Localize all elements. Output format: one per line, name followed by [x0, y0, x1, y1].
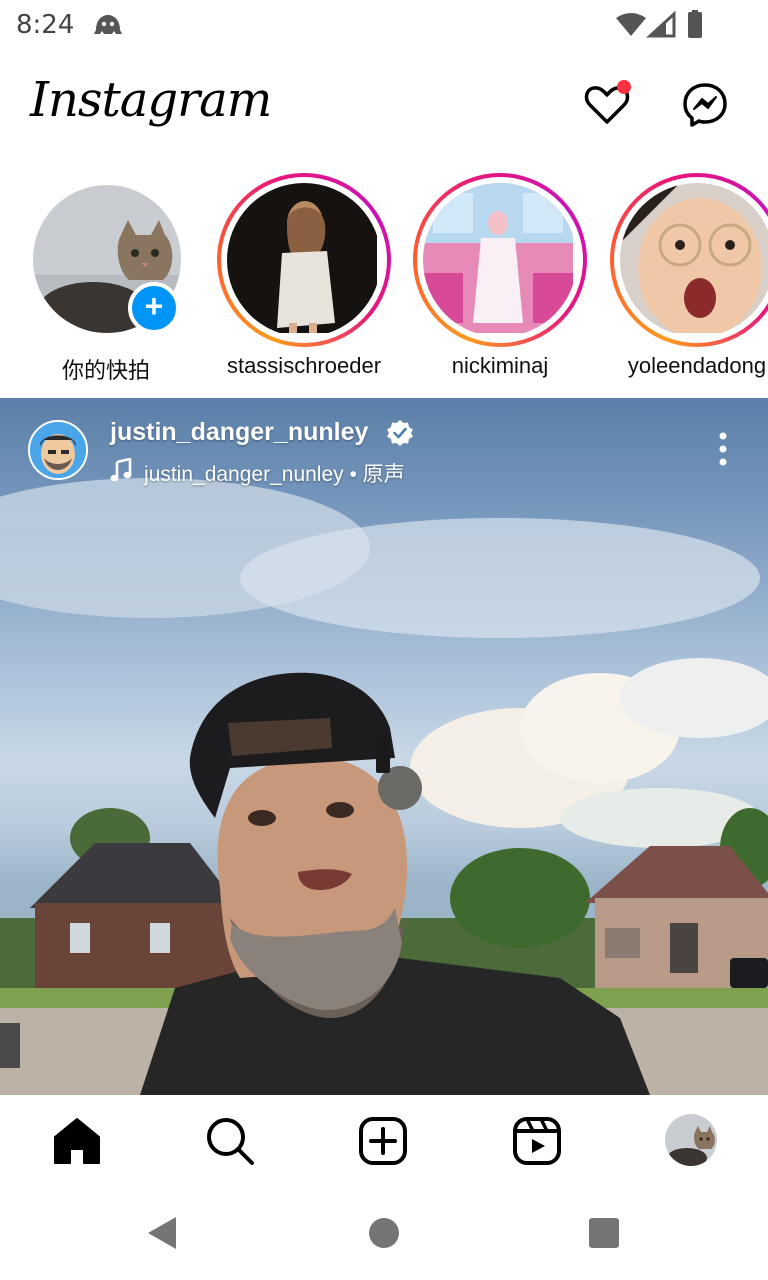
story-ring — [413, 173, 587, 347]
story-ring — [610, 173, 768, 347]
wifi-icon — [616, 13, 646, 36]
post-media-image[interactable] — [0, 398, 768, 1095]
system-navigation-bar — [0, 1185, 768, 1280]
verified-badge-icon — [387, 420, 413, 446]
reels-icon[interactable] — [511, 1115, 563, 1167]
instagram-logo: Instagram — [30, 72, 272, 128]
add-story-plus-icon[interactable]: + — [128, 282, 180, 334]
story-yoleendadong[interactable]: yoleendadong — [587, 170, 768, 390]
profile-avatar[interactable] — [665, 1114, 717, 1166]
ghost-icon — [94, 15, 122, 34]
search-icon[interactable] — [204, 1115, 256, 1167]
create-post-icon[interactable] — [357, 1115, 409, 1167]
story-label: 你的快拍 — [61, 358, 150, 383]
notification-dot — [617, 80, 631, 94]
bottom-navigation — [0, 1095, 768, 1185]
status-time: 8:24 — [16, 10, 75, 40]
story-label: stassischroeder — [226, 353, 382, 378]
story-avatar — [620, 183, 768, 337]
feed-post[interactable]: justin_danger_nunley justin_danger_nunle… — [0, 398, 768, 1095]
back-icon[interactable] — [142, 1213, 182, 1253]
app-header: Instagram — [0, 60, 768, 150]
story-avatar — [227, 183, 381, 337]
home-icon[interactable] — [51, 1115, 103, 1167]
direct-messages-button[interactable] — [680, 80, 730, 130]
story-ring — [217, 173, 391, 347]
status-bar: 8:24 — [0, 0, 768, 50]
post-audio-label: justin_danger_nunley • 原声 — [144, 463, 405, 486]
story-stassischroeder[interactable]: stassischroeder — [194, 170, 394, 390]
post-username[interactable]: justin_danger_nunley — [110, 418, 368, 447]
post-header: justin_danger_nunley justin_danger_nunle… — [0, 398, 768, 498]
story-own[interactable]: + 你的快拍 — [0, 170, 200, 390]
story-avatar — [423, 183, 577, 337]
story-nickiminaj[interactable]: nickiminaj — [390, 170, 590, 390]
stories-tray: + 你的快拍 stassischroeder nickiminaj yoleen… — [0, 170, 768, 390]
battery-icon — [688, 12, 702, 38]
recents-icon[interactable] — [584, 1213, 624, 1253]
music-note-icon — [110, 458, 132, 482]
story-label: nickiminaj — [451, 353, 549, 378]
status-icons — [616, 10, 702, 38]
messenger-icon — [683, 83, 727, 127]
home-circle-icon[interactable] — [364, 1213, 404, 1253]
more-options-icon[interactable] — [708, 430, 738, 470]
post-author-avatar[interactable] — [28, 420, 88, 480]
story-label: yoleendadong — [627, 353, 767, 378]
notifications-button[interactable] — [582, 80, 632, 130]
